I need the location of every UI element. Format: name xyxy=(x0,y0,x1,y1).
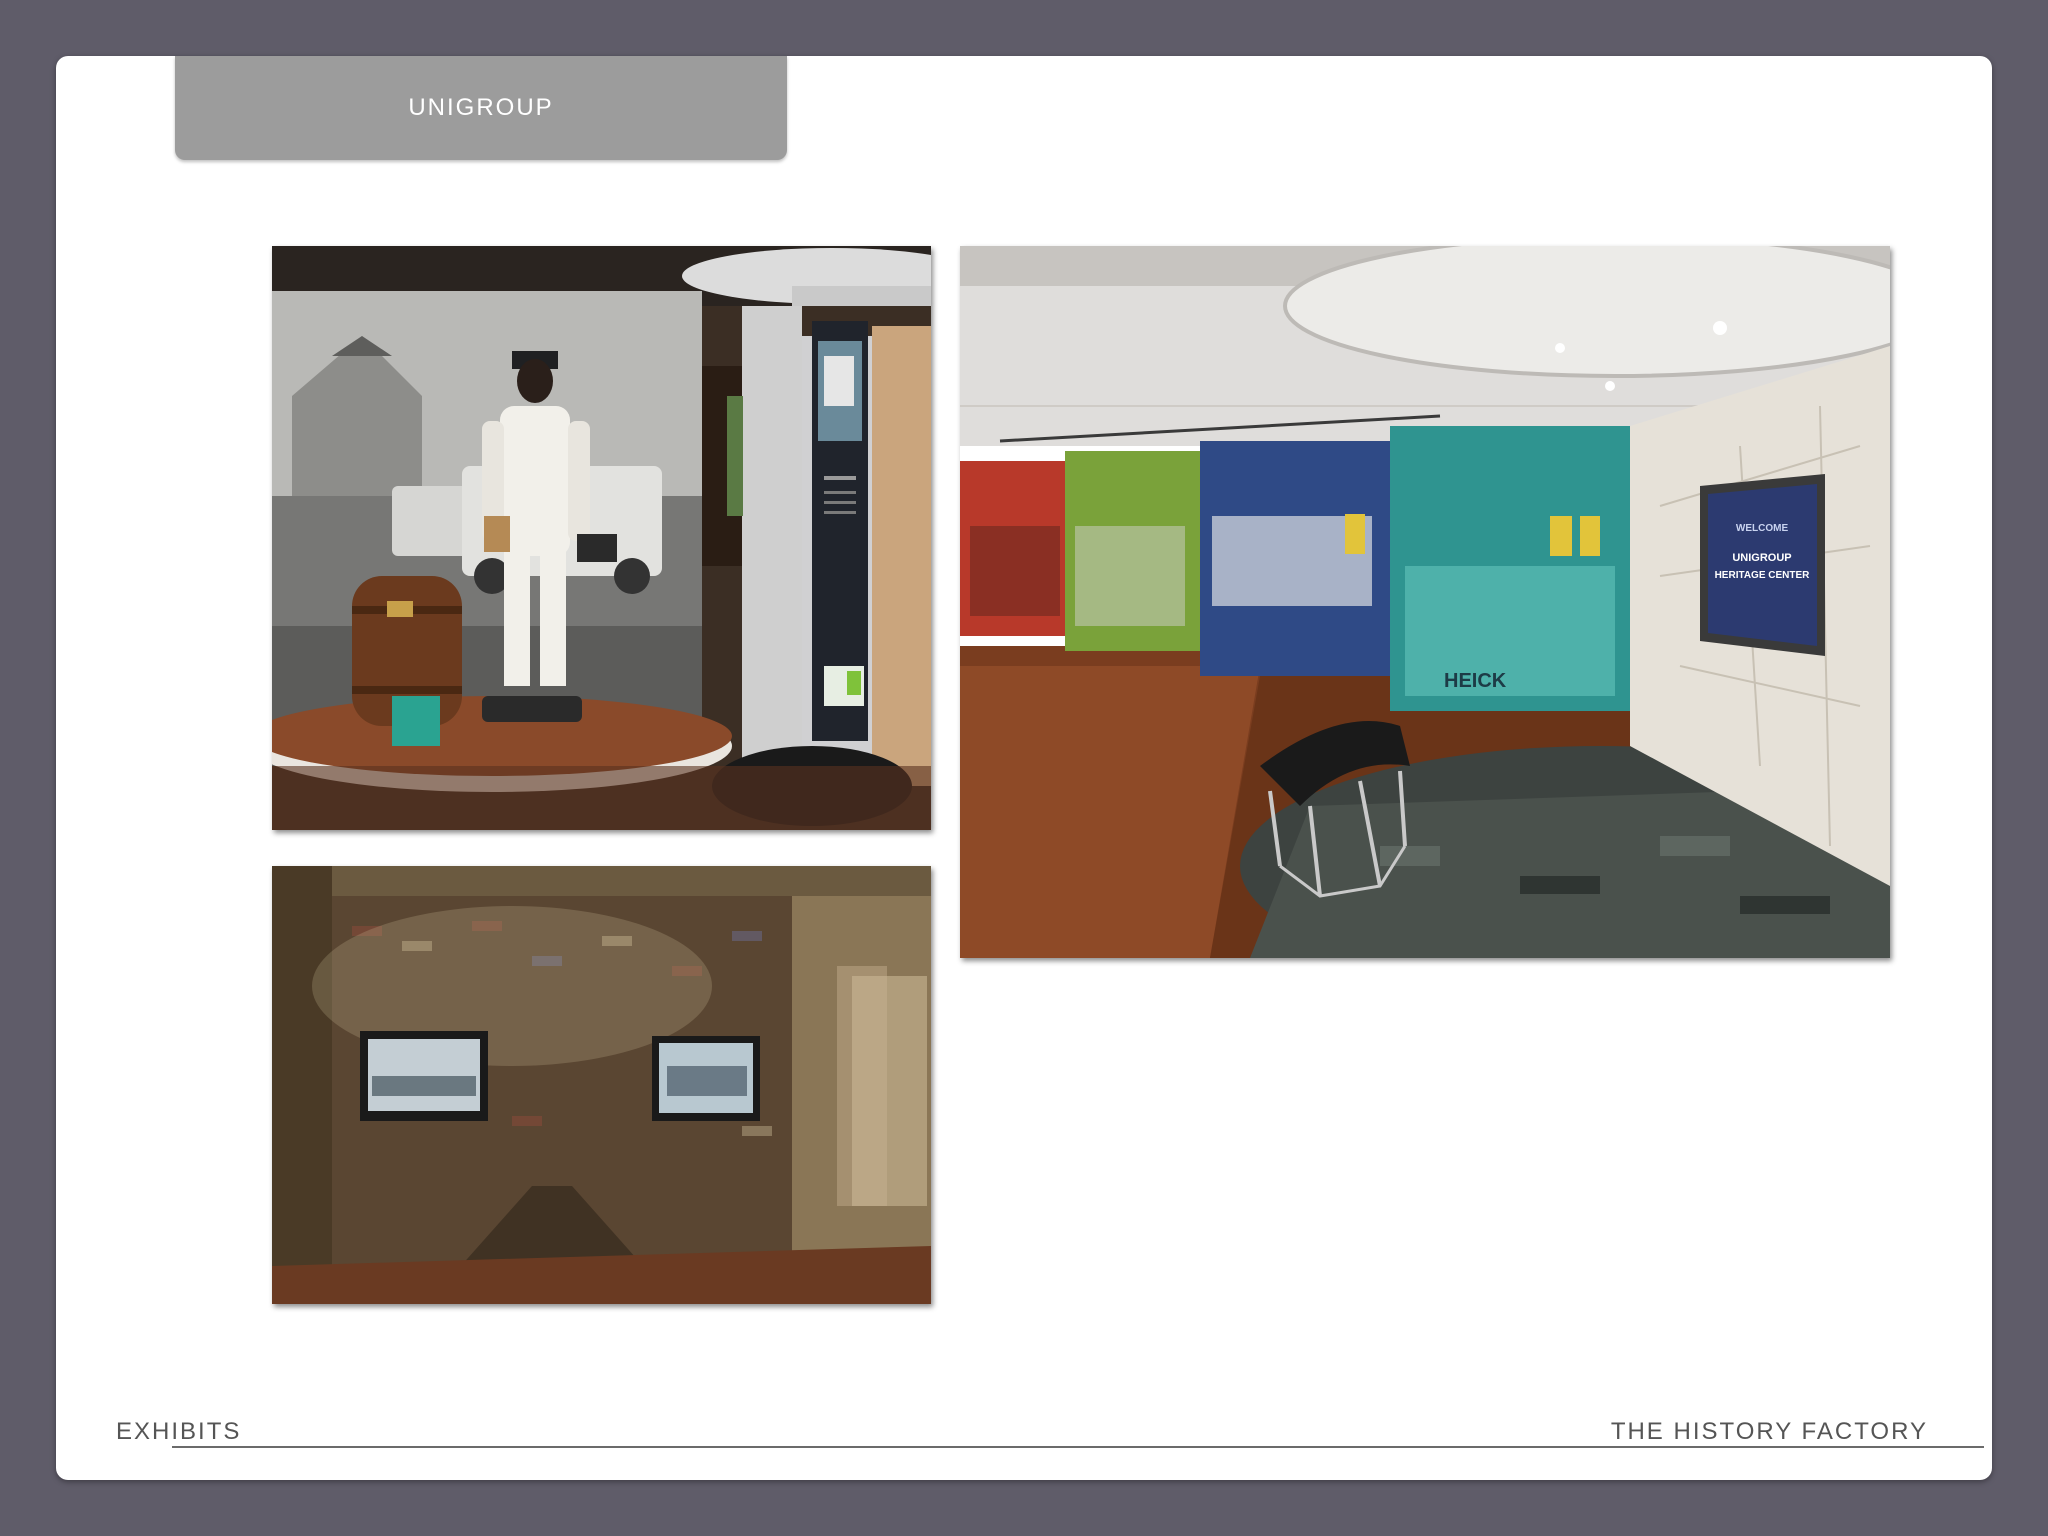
brick-wall-image xyxy=(272,866,931,1304)
uniform-exhibit-image xyxy=(272,246,931,830)
slide-card: UNIGROUP HEICK WELCOME UNIGROUP HERITAGE… xyxy=(56,56,1992,1480)
section-tab-label: UNIGROUP xyxy=(408,94,554,121)
welcome-screen-line1: WELCOME xyxy=(1736,523,1789,534)
exhibit-photo-brick-wall xyxy=(272,866,931,1304)
welcome-screen-line2: UNIGROUP xyxy=(1732,552,1791,564)
section-tab: UNIGROUP xyxy=(175,56,787,160)
footer-divider xyxy=(172,1446,1984,1448)
exhibit-photo-heritage-hall: HEICK WELCOME UNIGROUP HERITAGE CENTER xyxy=(960,246,1890,958)
truck-sign-text: HEICK xyxy=(1444,670,1507,692)
footer-section-label: EXHIBITS xyxy=(116,1418,242,1445)
welcome-screen-line3: HERITAGE CENTER xyxy=(1715,570,1811,581)
exhibit-photo-uniform xyxy=(272,246,931,830)
footer-brand-label: THE HISTORY FACTORY xyxy=(1610,1418,1928,1445)
heritage-hall-image: HEICK WELCOME UNIGROUP HERITAGE CENTER xyxy=(960,246,1890,958)
